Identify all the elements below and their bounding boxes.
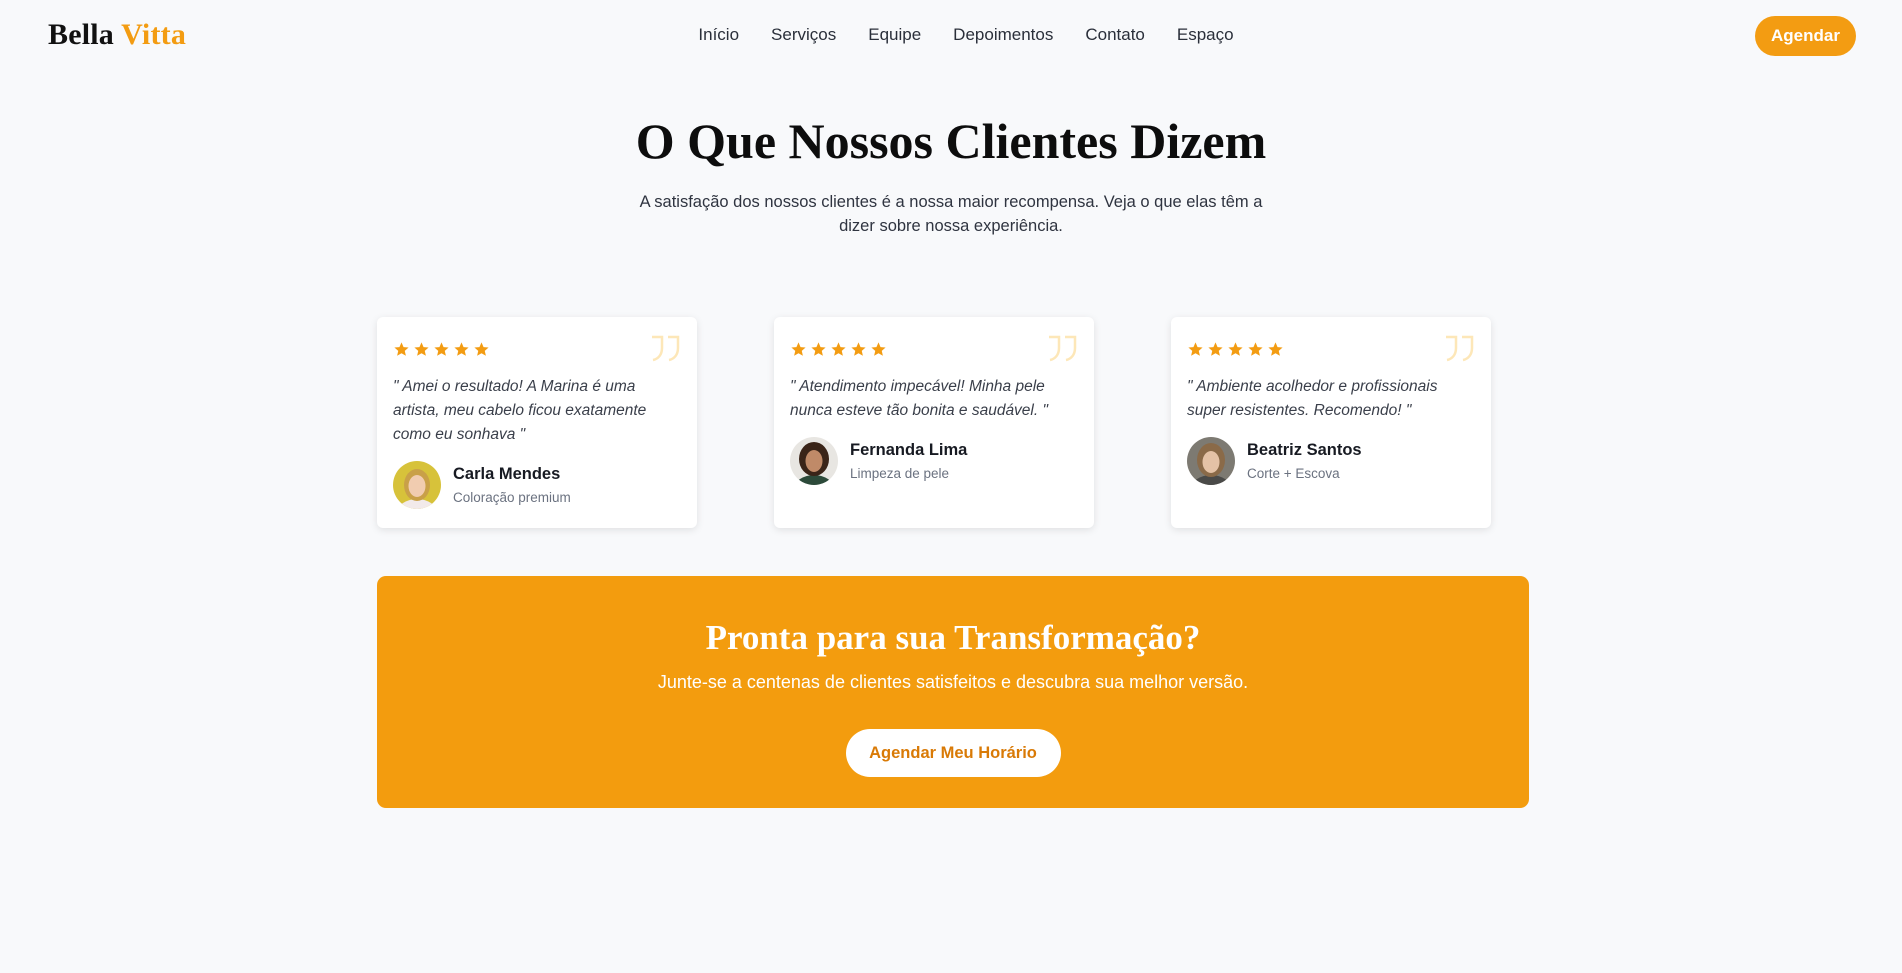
nav-espaco[interactable]: Espaço xyxy=(1177,25,1234,45)
nav-inicio[interactable]: Início xyxy=(698,25,739,45)
star-icon xyxy=(434,342,449,356)
rating-stars xyxy=(1187,341,1475,361)
testimonial-card: " Atendimento impecável! Minha pele nunc… xyxy=(774,317,1094,528)
star-icon xyxy=(811,342,826,356)
star-icon xyxy=(1228,342,1243,356)
nav-equipe[interactable]: Equipe xyxy=(868,25,921,45)
banner-title: Pronta para sua Transformação? xyxy=(705,618,1201,657)
testimonial-text: " Atendimento impecável! Minha pele nunc… xyxy=(790,378,1048,419)
quote-icon xyxy=(1049,335,1077,362)
testimonial-card: " Amei o resultado! A Marina é uma artis… xyxy=(377,317,697,528)
testimonial-card: " Ambiente acolhedor e profissionais sup… xyxy=(1171,317,1491,528)
nav-depoimentos[interactable]: Depoimentos xyxy=(953,25,1053,45)
star-icon xyxy=(394,342,409,356)
star-icon xyxy=(791,342,806,356)
testimonial-author: Carla Mendes Coloração premium xyxy=(393,461,681,509)
rating-stars xyxy=(790,341,1078,361)
star-icon xyxy=(871,342,886,356)
testimonials-list: " Amei o resultado! A Marina é uma artis… xyxy=(377,317,1491,528)
avatar xyxy=(1187,437,1235,485)
testimonial-author: Fernanda Lima Limpeza de pele xyxy=(790,437,1078,485)
site-header: Bella Vitta Início Serviços Equipe Depoi… xyxy=(0,0,1902,72)
rating-stars xyxy=(393,341,681,361)
author-name: Beatriz Santos xyxy=(1247,441,1362,459)
author-service: Corte + Escova xyxy=(1247,466,1340,481)
author-service: Limpeza de pele xyxy=(850,466,950,481)
section-subtitle: A satisfação dos nossos clientes é a nos… xyxy=(639,193,1263,235)
main-nav: Início Serviços Equipe Depoimentos Conta… xyxy=(0,25,1902,45)
nav-contato[interactable]: Contato xyxy=(1085,25,1145,45)
book-appointment-button[interactable]: Agendar Meu Horário xyxy=(845,729,1061,777)
quote-icon xyxy=(1446,335,1474,362)
avatar xyxy=(393,461,441,509)
testimonial-author: Beatriz Santos Corte + Escova xyxy=(1187,437,1475,485)
author-service: Coloração premium xyxy=(453,490,571,505)
author-name: Fernanda Lima xyxy=(850,441,968,459)
section-title: O Que Nossos Clientes Dizem xyxy=(635,113,1267,169)
nav-servicos[interactable]: Serviços xyxy=(771,25,836,45)
cta-banner: Pronta para sua Transformação? Junte-se … xyxy=(377,576,1529,808)
star-icon xyxy=(1268,342,1283,356)
testimonial-text: " Amei o resultado! A Marina é uma artis… xyxy=(393,378,647,443)
avatar xyxy=(790,437,838,485)
banner-text: Junte-se a centenas de clientes satisfei… xyxy=(657,672,1249,692)
star-icon xyxy=(851,342,866,356)
testimonial-text: " Ambiente acolhedor e profissionais sup… xyxy=(1187,378,1438,419)
star-icon xyxy=(1188,342,1203,356)
star-icon xyxy=(1248,342,1263,356)
quote-icon xyxy=(652,335,680,362)
star-icon xyxy=(831,342,846,356)
star-icon xyxy=(454,342,469,356)
star-icon xyxy=(414,342,429,356)
author-name: Carla Mendes xyxy=(453,465,561,483)
star-icon xyxy=(474,342,489,356)
schedule-button[interactable]: Agendar xyxy=(1755,16,1856,56)
star-icon xyxy=(1208,342,1223,356)
